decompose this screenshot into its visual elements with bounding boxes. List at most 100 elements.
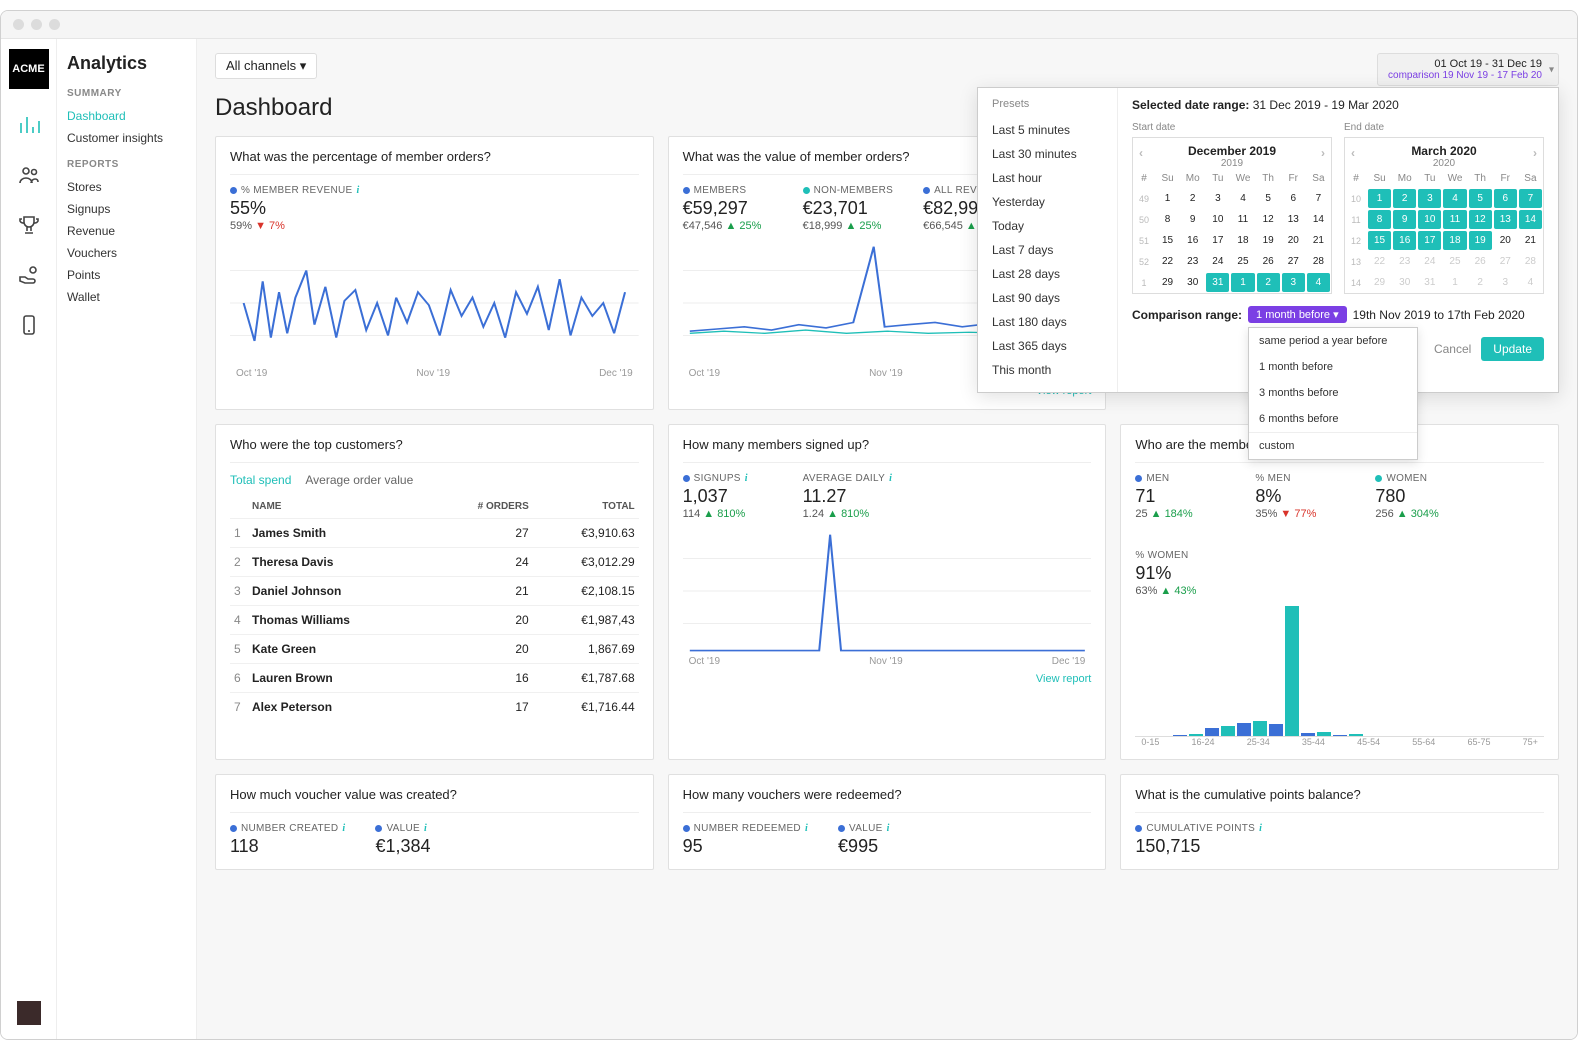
info-icon[interactable]: i: [356, 185, 359, 196]
preset-item[interactable]: Yesterday: [992, 190, 1103, 214]
nav-item[interactable]: Revenue: [67, 220, 186, 242]
cal-day[interactable]: 4: [1307, 273, 1330, 292]
cal-day[interactable]: 19: [1257, 231, 1280, 250]
cal-day[interactable]: 10: [1206, 210, 1229, 229]
cal-day[interactable]: 4: [1443, 189, 1466, 208]
table-row[interactable]: 5Kate Green201,867.69: [230, 635, 639, 664]
cal-day[interactable]: 30: [1393, 273, 1416, 292]
tab[interactable]: Average order value: [305, 473, 413, 487]
cal-day[interactable]: 22: [1156, 252, 1179, 271]
trophy-icon[interactable]: [15, 211, 43, 239]
cal-day[interactable]: 1: [1156, 189, 1179, 208]
info-icon[interactable]: i: [889, 473, 892, 484]
cal-day[interactable]: 11: [1443, 210, 1466, 229]
comparison-dropdown[interactable]: 1 month before ▾ same period a year befo…: [1248, 306, 1347, 323]
channel-dropdown[interactable]: All channels ▾: [215, 53, 317, 79]
cal-day[interactable]: 20: [1494, 231, 1517, 250]
date-range-button[interactable]: 01 Oct 19 - 31 Dec 19 comparison 19 Nov …: [1377, 53, 1559, 86]
cal-day[interactable]: 3: [1282, 273, 1305, 292]
cal-day[interactable]: 13: [1282, 210, 1305, 229]
table-row[interactable]: 4Thomas Williams20€1,987,43: [230, 606, 639, 635]
cal-next-icon[interactable]: ›: [1533, 146, 1537, 160]
preset-item[interactable]: Today: [992, 214, 1103, 238]
cancel-button[interactable]: Cancel: [1434, 342, 1471, 356]
info-icon[interactable]: i: [424, 823, 427, 834]
table-row[interactable]: 1James Smith27€3,910.63: [230, 519, 639, 548]
bottom-square-icon[interactable]: [17, 1001, 41, 1025]
cal-day[interactable]: 25: [1443, 252, 1466, 271]
cal-day[interactable]: 12: [1469, 210, 1492, 229]
hand-coin-icon[interactable]: [15, 261, 43, 289]
traffic-light-close[interactable]: [13, 19, 24, 30]
cal-day[interactable]: 28: [1519, 252, 1542, 271]
cal-day[interactable]: 5: [1257, 189, 1280, 208]
cal-day[interactable]: 15: [1368, 231, 1391, 250]
cal-day[interactable]: 1: [1368, 189, 1391, 208]
cal-day[interactable]: 12: [1257, 210, 1280, 229]
cal-day[interactable]: 3: [1206, 189, 1229, 208]
cal-day[interactable]: 8: [1368, 210, 1391, 229]
nav-item[interactable]: Vouchers: [67, 242, 186, 264]
info-icon[interactable]: i: [887, 823, 890, 834]
nav-item[interactable]: Dashboard: [67, 105, 186, 127]
preset-item[interactable]: Last 90 days: [992, 286, 1103, 310]
cal-day[interactable]: 1: [1231, 273, 1254, 292]
cal-day[interactable]: 15: [1156, 231, 1179, 250]
preset-item[interactable]: Last hour: [992, 166, 1103, 190]
cal-day[interactable]: 26: [1257, 252, 1280, 271]
cal-day[interactable]: 26: [1469, 252, 1492, 271]
cal-next-icon[interactable]: ›: [1321, 146, 1325, 160]
cal-day[interactable]: 18: [1443, 231, 1466, 250]
preset-item[interactable]: Last 30 minutes: [992, 142, 1103, 166]
cal-day[interactable]: 9: [1181, 210, 1204, 229]
mobile-icon[interactable]: [15, 311, 43, 339]
cal-day[interactable]: 4: [1519, 273, 1542, 292]
cal-day[interactable]: 7: [1307, 189, 1330, 208]
info-icon[interactable]: i: [805, 823, 808, 834]
preset-item[interactable]: Last 365 days: [992, 334, 1103, 358]
info-icon[interactable]: i: [1259, 823, 1262, 834]
cal-day[interactable]: 2: [1469, 273, 1492, 292]
cal-day[interactable]: 29: [1368, 273, 1391, 292]
cal-day[interactable]: 7: [1519, 189, 1542, 208]
nav-item[interactable]: Signups: [67, 198, 186, 220]
analytics-icon[interactable]: [15, 111, 43, 139]
comparison-option[interactable]: 1 month before: [1249, 354, 1417, 380]
cal-day[interactable]: 14: [1307, 210, 1330, 229]
cal-day[interactable]: 23: [1393, 252, 1416, 271]
preset-item[interactable]: Last 7 days: [992, 238, 1103, 262]
comparison-option[interactable]: 3 months before: [1249, 380, 1417, 406]
cal-day[interactable]: 18: [1231, 231, 1254, 250]
table-row[interactable]: 2Theresa Davis24€3,012.29: [230, 548, 639, 577]
cal-day[interactable]: 21: [1307, 231, 1330, 250]
cal-day[interactable]: 24: [1418, 252, 1441, 271]
cal-day[interactable]: 4: [1231, 189, 1254, 208]
cal-day[interactable]: 19: [1469, 231, 1492, 250]
table-row[interactable]: 3Daniel Johnson21€2,108.15: [230, 577, 639, 606]
preset-item[interactable]: Last 5 minutes: [992, 118, 1103, 142]
brand-logo[interactable]: ACME: [9, 49, 49, 89]
traffic-light-min[interactable]: [31, 19, 42, 30]
cal-day[interactable]: 13: [1494, 210, 1517, 229]
cal-prev-icon[interactable]: ‹: [1351, 146, 1355, 160]
update-button[interactable]: Update: [1481, 337, 1544, 361]
cal-day[interactable]: 16: [1393, 231, 1416, 250]
cal-day[interactable]: 2: [1257, 273, 1280, 292]
cal-day[interactable]: 5: [1469, 189, 1492, 208]
cal-day[interactable]: 6: [1494, 189, 1517, 208]
comparison-option[interactable]: custom: [1249, 433, 1417, 459]
cal-day[interactable]: 17: [1418, 231, 1441, 250]
cal-day[interactable]: 2: [1181, 189, 1204, 208]
cal-day[interactable]: 3: [1494, 273, 1517, 292]
cal-day[interactable]: 8: [1156, 210, 1179, 229]
nav-item[interactable]: Wallet: [67, 286, 186, 308]
preset-item[interactable]: This month: [992, 358, 1103, 382]
cal-day[interactable]: 27: [1282, 252, 1305, 271]
cal-day[interactable]: 2: [1393, 189, 1416, 208]
preset-item[interactable]: Last 180 days: [992, 310, 1103, 334]
customers-icon[interactable]: [15, 161, 43, 189]
cal-day[interactable]: 10: [1418, 210, 1441, 229]
table-row[interactable]: 7Alex Peterson17€1,716.44: [230, 693, 639, 722]
cal-day[interactable]: 28: [1307, 252, 1330, 271]
cal-day[interactable]: 27: [1494, 252, 1517, 271]
